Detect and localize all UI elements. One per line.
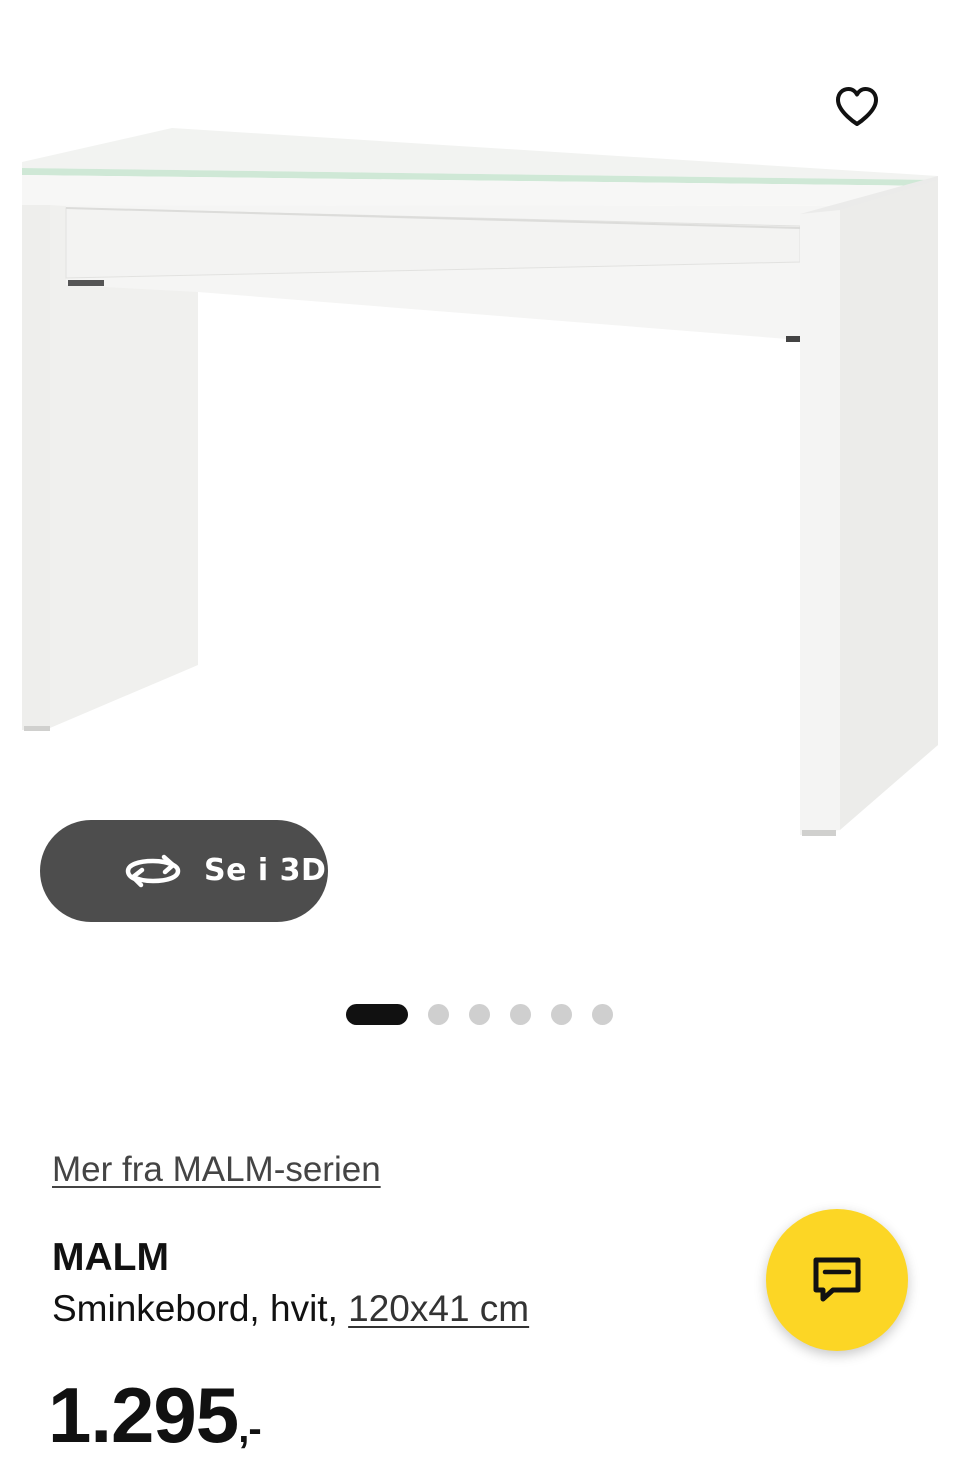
pagination-dot-3[interactable]: [469, 1003, 490, 1025]
heart-outline-icon: [836, 87, 878, 126]
pagination-dot-4[interactable]: [510, 1003, 531, 1025]
price-suffix: ,-: [238, 1407, 261, 1451]
gallery-pagination: [346, 1003, 613, 1025]
pagination-dot-6[interactable]: [592, 1003, 613, 1025]
series-link[interactable]: Mer fra MALM-serien: [52, 1150, 381, 1190]
favorite-button[interactable]: [822, 72, 892, 142]
view-in-3d-label: Se i 3D: [204, 853, 327, 888]
pagination-dot-2[interactable]: [428, 1003, 449, 1025]
product-description-text: Sminkebord, hvit,: [52, 1288, 349, 1329]
product-gallery[interactable]: Se i 3D: [0, 0, 960, 1060]
view-in-3d-button[interactable]: Se i 3D: [40, 820, 328, 922]
product-image: [22, 128, 938, 836]
rotate-3d-icon: [125, 854, 181, 888]
chat-bubble-icon: [813, 1257, 861, 1302]
product-description: Sminkebord, hvit, 120x41 cm: [52, 1288, 529, 1330]
product-price: 1.295,-: [48, 1370, 262, 1457]
product-size-link[interactable]: 120x41 cm: [348, 1288, 529, 1329]
pagination-dot-1[interactable]: [346, 1003, 408, 1025]
price-value: 1.295: [48, 1371, 239, 1457]
chat-button[interactable]: [766, 1209, 908, 1351]
product-name: MALM: [52, 1236, 169, 1279]
pagination-dot-5[interactable]: [551, 1003, 572, 1025]
